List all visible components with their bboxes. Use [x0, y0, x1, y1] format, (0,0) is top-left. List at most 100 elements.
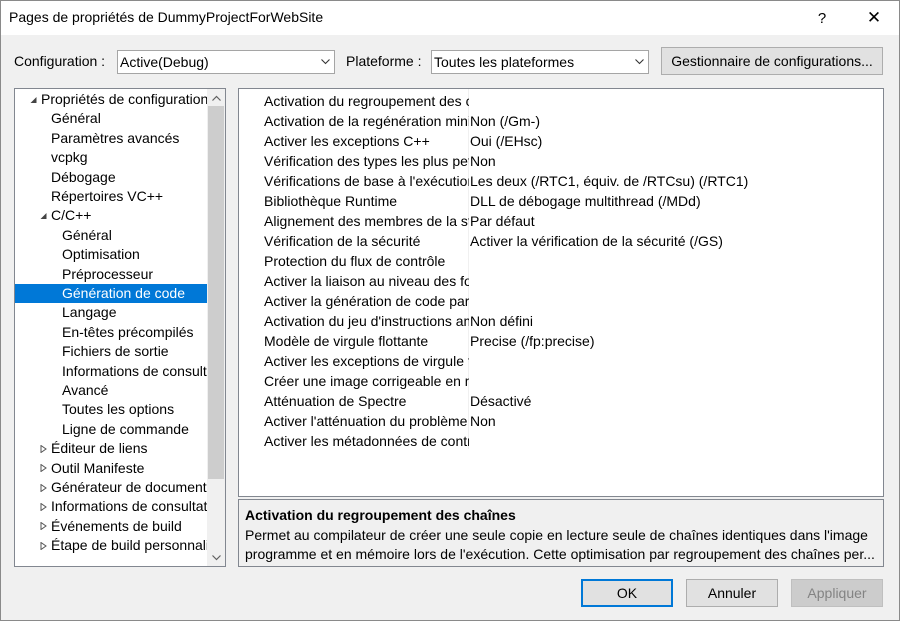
- apply-button[interactable]: Appliquer: [791, 579, 883, 607]
- property-value[interactable]: Oui (/EHsc): [470, 131, 880, 151]
- tree-scrollbar[interactable]: [207, 89, 225, 566]
- collapsed-arrow-icon[interactable]: [38, 497, 48, 516]
- property-name: Activation du jeu d'instructions amélior…: [264, 313, 469, 329]
- property-row[interactable]: Activation de la regénération minimaleNo…: [239, 111, 883, 131]
- property-row[interactable]: Activer l'atténuation du problème Non: [239, 411, 883, 431]
- tree-item[interactable]: Générateur de document XML: [15, 478, 207, 497]
- window-title: Pages de propriétés de DummyProjectForWe…: [9, 9, 324, 25]
- property-value[interactable]: Non (/Gm-): [470, 111, 880, 131]
- tree-item[interactable]: Répertoires VC++: [15, 187, 207, 206]
- collapsed-arrow-icon[interactable]: [38, 459, 48, 478]
- property-tree[interactable]: Propriétés de configuration Général Paramè…: [14, 88, 226, 567]
- configuration-manager-button[interactable]: Gestionnaire de configurations...: [661, 47, 883, 75]
- property-value[interactable]: Désactivé: [470, 391, 880, 411]
- chevron-down-icon[interactable]: [316, 51, 334, 73]
- collapsed-arrow-icon[interactable]: [38, 439, 48, 458]
- tree-item[interactable]: Informations de consultation: [15, 362, 207, 381]
- description-line: programme et en mémoire lors de l'exécut…: [245, 546, 875, 562]
- tree-item[interactable]: Étape de build personnalisée: [15, 536, 207, 555]
- close-button[interactable]: ✕: [851, 1, 897, 35]
- property-row[interactable]: Activer la liaison au niveau des fonctio…: [239, 271, 883, 291]
- tree-item[interactable]: Débogage: [15, 168, 207, 187]
- help-button[interactable]: ?: [799, 1, 845, 35]
- tree-item[interactable]: Paramètres avancés: [15, 129, 207, 148]
- chevron-down-icon[interactable]: [630, 51, 648, 73]
- tree-item[interactable]: Avancé: [15, 381, 207, 400]
- tree-item[interactable]: Fichiers de sortie: [15, 342, 207, 361]
- property-name: Modèle de virgule flottante: [264, 333, 429, 349]
- tree-item[interactable]: En-têtes précompilés: [15, 323, 207, 342]
- tree-item-label: Fichiers de sortie: [62, 343, 169, 360]
- property-value[interactable]: Non défini: [470, 311, 880, 331]
- tree-item-label: Préprocesseur: [62, 265, 154, 282]
- expanded-arrow-icon[interactable]: [38, 206, 48, 225]
- configuration-combobox[interactable]: Active(Debug): [117, 50, 335, 74]
- cancel-button[interactable]: Annuler: [686, 579, 778, 607]
- tree-item-label: Éditeur de liens: [51, 440, 148, 457]
- property-value[interactable]: Non: [470, 411, 880, 431]
- tree-item[interactable]: Préprocesseur: [15, 265, 207, 284]
- property-grid[interactable]: Activation du regroupement des chaînes Ac…: [238, 88, 884, 497]
- description-text: Permet au compilateur de créer une seule…: [245, 526, 877, 564]
- tree-item[interactable]: Événements de build: [15, 517, 207, 536]
- collapsed-arrow-icon[interactable]: [38, 536, 48, 555]
- description-panel: Activation du regroupement des chaînes P…: [238, 499, 884, 567]
- property-row[interactable]: Créer une image corrigeable en mémoire: [239, 371, 883, 391]
- scroll-down-icon[interactable]: [207, 549, 225, 566]
- scrollbar-thumb[interactable]: [208, 106, 224, 479]
- tree-item-label: vcpkg: [51, 149, 88, 166]
- property-value[interactable]: Precise (/fp:precise): [470, 331, 880, 351]
- property-row[interactable]: Atténuation de Spectre Désactivé: [239, 391, 883, 411]
- property-value[interactable]: Activer la vérification de la sécurité (…: [470, 231, 880, 251]
- property-row[interactable]: Vérification des types les plus petits No…: [239, 151, 883, 171]
- tree-item[interactable]: C/C++: [15, 206, 207, 225]
- property-row[interactable]: Activation du jeu d'instructions amélior…: [239, 311, 883, 331]
- property-row[interactable]: Vérifications de base à l'exécution Les d…: [239, 171, 883, 191]
- property-row[interactable]: Activer les exceptions de virgule flotta…: [239, 351, 883, 371]
- tree-item[interactable]: vcpkg: [15, 148, 207, 167]
- tree-item-label: Général: [62, 226, 112, 243]
- tree-item[interactable]: Outil Manifeste: [15, 459, 207, 478]
- tree-item-label: Étape de build personnalisée: [51, 537, 207, 554]
- tree-item[interactable]: Langage: [15, 303, 207, 322]
- tree-item[interactable]: Toutes les options: [15, 400, 207, 419]
- tree-item-label: Débogage: [51, 168, 116, 185]
- tree-item[interactable]: Génération de code: [15, 284, 207, 304]
- property-row[interactable]: Vérification de la sécurité Activer la vé…: [239, 231, 883, 251]
- property-row[interactable]: Modèle de virgule flottante Precise (/fp:…: [239, 331, 883, 351]
- expanded-arrow-icon[interactable]: [28, 90, 38, 109]
- tree-item[interactable]: Propriétés de configuration: [15, 90, 207, 109]
- platform-combobox[interactable]: Toutes les plateformes: [431, 50, 649, 74]
- tree-item[interactable]: Informations de consultation: [15, 497, 207, 516]
- tree-item[interactable]: Ligne de commande: [15, 420, 207, 439]
- property-row[interactable]: Activer la génération de code parallèle: [239, 291, 883, 311]
- tree-item-label: Optimisation: [62, 246, 140, 263]
- tree-item[interactable]: Optimisation: [15, 245, 207, 264]
- property-row[interactable]: Bibliothèque Runtime DLL de débogage mult…: [239, 191, 883, 211]
- property-name: Activer la liaison au niveau des fonctio…: [264, 273, 469, 289]
- property-row[interactable]: Activation du regroupement des chaînes: [239, 91, 883, 111]
- property-name: Activer les métadonnées de contrôle: [264, 433, 469, 449]
- description-title: Activation du regroupement des chaînes: [245, 507, 516, 523]
- property-row[interactable]: Activer les exceptions C++ Oui (/EHsc): [239, 131, 883, 151]
- property-name: Activer la génération de code parallèle: [264, 293, 469, 309]
- ok-button[interactable]: OK: [581, 579, 673, 607]
- property-row[interactable]: Protection du flux de contrôle: [239, 251, 883, 271]
- platform-value: Toutes les plateformes: [434, 54, 575, 70]
- collapsed-arrow-icon[interactable]: [38, 478, 48, 497]
- property-value[interactable]: Par défaut: [470, 211, 880, 231]
- collapsed-arrow-icon[interactable]: [38, 517, 48, 536]
- property-row[interactable]: Activer les métadonnées de contrôle: [239, 431, 883, 451]
- tree-item[interactable]: Général: [15, 109, 207, 128]
- property-row[interactable]: Alignement des membres de la structurePa…: [239, 211, 883, 231]
- platform-label: Plateforme :: [346, 53, 422, 69]
- property-value[interactable]: Les deux (/RTC1, équiv. de /RTCsu) (/RTC…: [470, 171, 880, 191]
- description-line: Permet au compilateur de créer une seule…: [245, 527, 868, 543]
- tree-item[interactable]: Éditeur de liens: [15, 439, 207, 458]
- tree-item-label: Paramètres avancés: [51, 129, 180, 146]
- tree-item[interactable]: Général: [15, 226, 207, 245]
- scroll-up-icon[interactable]: [207, 89, 225, 106]
- property-pages-dialog: Pages de propriétés de DummyProjectForWe…: [0, 0, 900, 621]
- property-value[interactable]: Non: [470, 151, 880, 171]
- property-value[interactable]: DLL de débogage multithread (/MDd): [470, 191, 880, 211]
